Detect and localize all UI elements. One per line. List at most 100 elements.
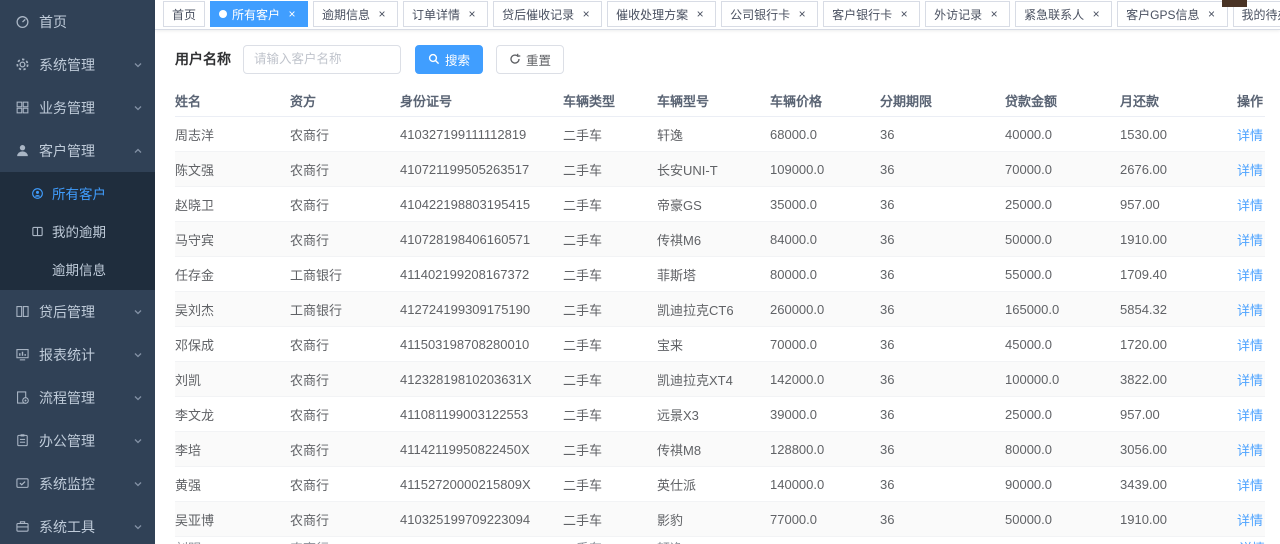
- detail-link[interactable]: 详情: [1237, 373, 1263, 388]
- sidebar-item-label: 逾期信息: [52, 259, 147, 279]
- tab[interactable]: 客户GPS信息 ×: [1117, 1, 1227, 27]
- cell-vehicle-type: 二手车: [563, 257, 657, 292]
- cell-funder: 农商行: [290, 397, 400, 432]
- close-icon[interactable]: ×: [285, 7, 299, 21]
- close-icon[interactable]: ×: [1089, 7, 1103, 21]
- sidebar-submenu-customer: 所有客户 我的逾期 逾期信息: [0, 172, 155, 290]
- col-header-loan-amount: 贷款金额: [1005, 84, 1120, 117]
- cell-loan-amount: 100000.0: [1005, 362, 1120, 397]
- cell-term: 36: [880, 432, 1005, 467]
- customers-table: 姓名 资方 身份证号 车辆类型 车辆型号 车辆价格 分期期限 贷款金额 月还款 …: [155, 84, 1280, 538]
- tab[interactable]: 首页 ×: [163, 1, 205, 27]
- dashboard-icon: [14, 14, 30, 30]
- cell-term: [880, 537, 1005, 544]
- customers-icon: [30, 186, 44, 200]
- cell-monthly-payment: 957.00: [1120, 187, 1220, 222]
- sidebar-item-label: 所有客户: [52, 183, 147, 203]
- detail-link[interactable]: 详情: [1237, 338, 1263, 353]
- table-row: 吴亚博 农商行 410325199709223094 二手车 影豹 77000.…: [175, 502, 1265, 537]
- close-icon[interactable]: ×: [987, 7, 1001, 21]
- sidebar-item-office-mgmt[interactable]: 办公管理: [0, 419, 155, 462]
- search-button-label: 搜索: [445, 50, 470, 69]
- loan-icon: [14, 304, 30, 320]
- tab-label: 公司银行卡: [730, 6, 790, 23]
- sidebar-item-system-tools[interactable]: 系统工具: [0, 505, 155, 544]
- close-icon[interactable]: ×: [375, 7, 389, 21]
- cell-funder: 农商行: [290, 327, 400, 362]
- tab[interactable]: 所有客户 ×: [210, 1, 308, 27]
- tab[interactable]: 客户银行卡 ×: [823, 1, 920, 27]
- cell-monthly-payment: [1120, 537, 1220, 544]
- detail-link[interactable]: 详情: [1237, 303, 1263, 318]
- main-area: 首页 × 所有客户 × 逾期信息 × 订单详情 × 贷后催收记录 × 催收处理方…: [155, 0, 1280, 544]
- table-row: 黄强 农商行 41152720000215809X 二手车 英仕派 140000…: [175, 467, 1265, 502]
- cell-name: 吴刘杰: [175, 292, 290, 327]
- close-icon[interactable]: ×: [795, 7, 809, 21]
- close-icon[interactable]: ×: [693, 7, 707, 21]
- customer-name-input[interactable]: [243, 45, 401, 74]
- sidebar-item-system-monitor[interactable]: 系统监控: [0, 462, 155, 505]
- detail-link[interactable]: 详情: [1237, 128, 1263, 143]
- cell-vehicle-model: 影豹: [657, 502, 770, 537]
- sidebar-item-overdue-info[interactable]: 逾期信息: [0, 250, 155, 288]
- close-icon[interactable]: ×: [465, 7, 479, 21]
- tab[interactable]: 逾期信息 ×: [313, 1, 398, 27]
- flow-icon: [14, 390, 30, 406]
- cell-vehicle-type: 二手车: [563, 187, 657, 222]
- cell-vehicle-model: 轩逸: [657, 117, 770, 152]
- cell-name: 刘凯: [175, 362, 290, 397]
- search-button[interactable]: 搜索: [415, 45, 483, 74]
- cell-name: 邓保成: [175, 327, 290, 362]
- avatar[interactable]: [1222, 0, 1247, 7]
- close-icon[interactable]: ×: [897, 7, 911, 21]
- detail-link[interactable]: 详情: [1237, 198, 1263, 213]
- close-icon[interactable]: ×: [1205, 7, 1219, 21]
- cell-vehicle-price: 77000.0: [770, 502, 880, 537]
- sidebar-item-customer-mgmt[interactable]: 客户管理: [0, 129, 155, 172]
- chevron-down-icon: [133, 60, 143, 70]
- sidebar-item-postloan-mgmt[interactable]: 贷后管理: [0, 290, 155, 333]
- sidebar-item-all-customers[interactable]: 所有客户: [0, 174, 155, 212]
- cell-term: 36: [880, 467, 1005, 502]
- cell-vehicle-type: 二手车: [563, 397, 657, 432]
- close-icon[interactable]: ×: [579, 7, 593, 21]
- cell-term: 36: [880, 292, 1005, 327]
- sidebar-item-business-mgmt[interactable]: 业务管理: [0, 86, 155, 129]
- sidebar-item-label: 贷后管理: [39, 302, 133, 322]
- cell-name: 刘明: [175, 537, 290, 544]
- grid-icon: [14, 100, 30, 116]
- refresh-icon: [509, 53, 521, 65]
- cell-vehicle-type: 二手车: [563, 432, 657, 467]
- cell-vehicle-price: 35000.0: [770, 187, 880, 222]
- table-row: 赵晓卫 农商行 410422198803195415 二手车 帝豪GS 3500…: [175, 187, 1265, 222]
- tab[interactable]: 外访记录 ×: [925, 1, 1010, 27]
- tab[interactable]: 催收处理方案 ×: [607, 1, 716, 27]
- chevron-up-icon: [133, 146, 143, 156]
- sidebar-item-my-overdue[interactable]: 我的逾期: [0, 212, 155, 250]
- sidebar-item-report-stats[interactable]: 报表统计: [0, 333, 155, 376]
- tab[interactable]: 公司银行卡 ×: [721, 1, 818, 27]
- detail-link[interactable]: 详情: [1237, 478, 1263, 493]
- tab[interactable]: 贷后催收记录 ×: [493, 1, 602, 27]
- detail-link[interactable]: 详情: [1237, 513, 1263, 528]
- cell-monthly-payment: 1709.40: [1120, 257, 1220, 292]
- col-header-name: 姓名: [175, 84, 290, 117]
- reset-button[interactable]: 重置: [496, 45, 564, 74]
- chevron-down-icon: [133, 436, 143, 446]
- cell-loan-amount: 50000.0: [1005, 502, 1120, 537]
- sidebar-item-process-mgmt[interactable]: 流程管理: [0, 376, 155, 419]
- detail-link[interactable]: 详情: [1237, 163, 1263, 178]
- detail-link[interactable]: 详情: [1220, 537, 1265, 544]
- detail-link[interactable]: 详情: [1237, 233, 1263, 248]
- user-icon: [14, 143, 30, 159]
- detail-link[interactable]: 详情: [1237, 268, 1263, 283]
- sidebar-item-system-mgmt[interactable]: 系统管理: [0, 43, 155, 86]
- cell-funder: 农商行: [290, 117, 400, 152]
- detail-link[interactable]: 详情: [1237, 408, 1263, 423]
- tab[interactable]: 紧急联系人 ×: [1015, 1, 1112, 27]
- tab[interactable]: 订单详情 ×: [403, 1, 488, 27]
- detail-link[interactable]: 详情: [1237, 443, 1263, 458]
- cell-term: 36: [880, 117, 1005, 152]
- cell-monthly-payment: 1910.00: [1120, 222, 1220, 257]
- sidebar-item-home[interactable]: 首页: [0, 0, 155, 43]
